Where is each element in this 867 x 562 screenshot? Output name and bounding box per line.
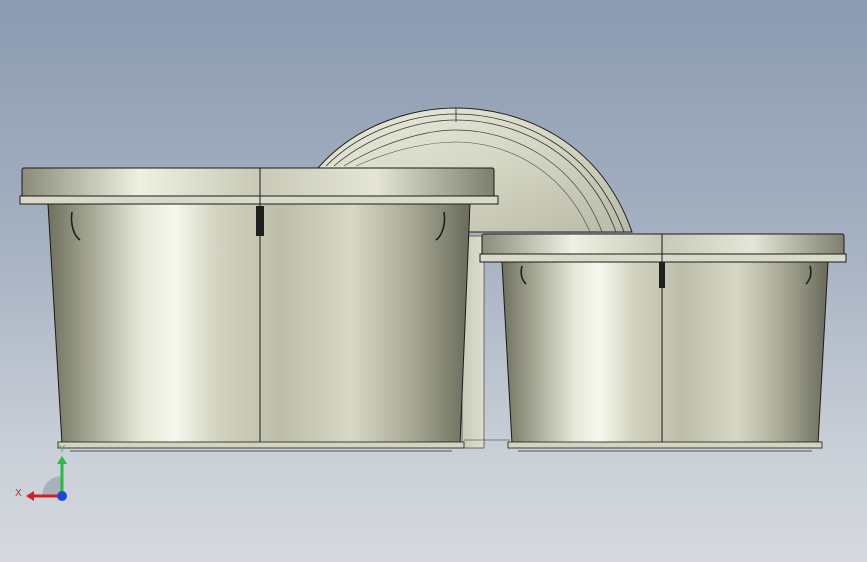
small-pot[interactable]: [479, 233, 847, 452]
y-axis-label: Y: [58, 444, 66, 455]
x-axis-label: X: [15, 488, 22, 499]
axis-triad: X Y: [15, 444, 67, 501]
z-axis-dot: [57, 491, 67, 501]
cad-viewport[interactable]: [0, 0, 867, 562]
large-pot[interactable]: [19, 167, 499, 452]
